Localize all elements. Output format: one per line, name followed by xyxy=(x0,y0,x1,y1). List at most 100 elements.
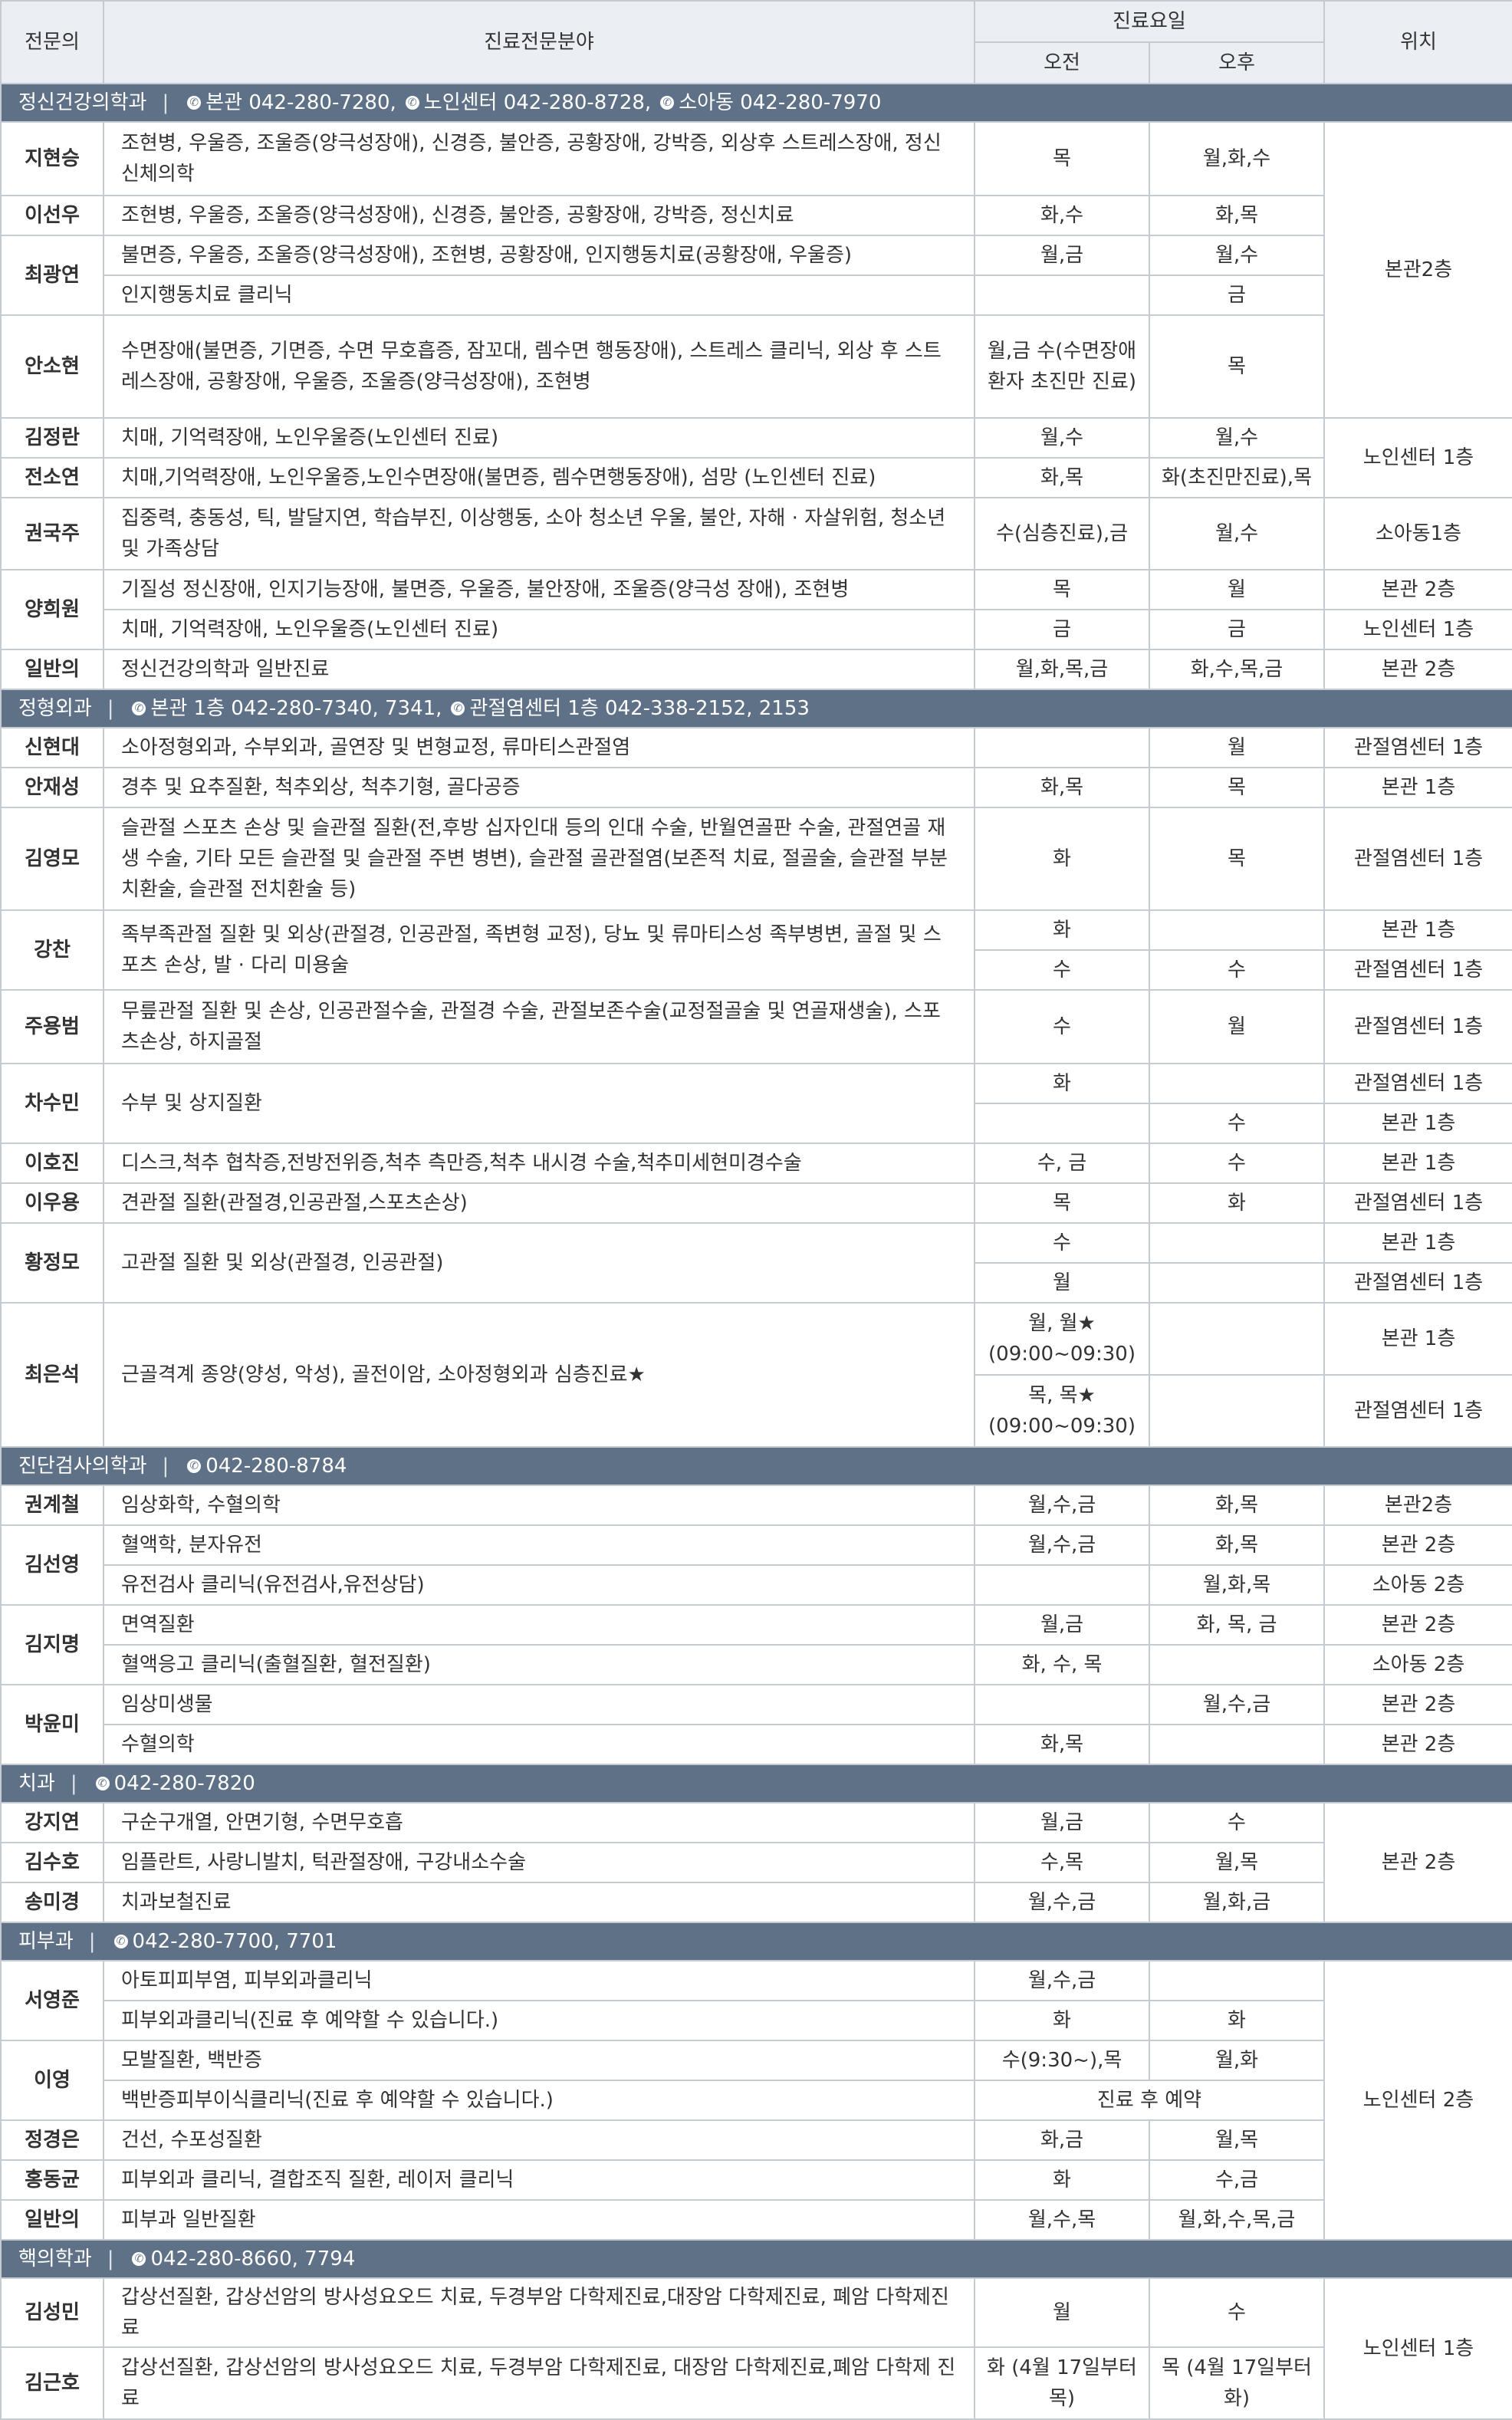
table-row: 혈액응고 클리닉(출혈질환, 혈전질환) 화, 수, 목 소아동 2층 xyxy=(1,1644,1512,1685)
pm-days: 월,화,수 xyxy=(1149,121,1325,196)
doctor-name: 김영모 xyxy=(0,807,104,911)
pm-days: 월,수,금 xyxy=(1149,1684,1325,1725)
pm-days xyxy=(1149,1063,1325,1104)
specialty: 고관절 질환 및 외상(관절경, 인공관절) xyxy=(103,1222,975,1304)
doctor-name: 이영 xyxy=(0,2040,104,2121)
section-name: 정형외과 xyxy=(18,697,92,720)
location: 관절염센터 1층 xyxy=(1323,807,1512,911)
location: 소아동1층 xyxy=(1323,497,1512,570)
table-row: 백반증피부이식클리닉(진료 후 예약할 수 있습니다.) 진료 후 예약 xyxy=(1,2080,1512,2121)
table-row: 김수호 임플란트, 사랑니발치, 턱관절장애, 구강내소수술 수,목 월,목 xyxy=(0,1842,1512,1883)
location: 본관 2층 xyxy=(1323,1724,1512,1765)
table-row: 김근호 갑상선질환, 갑상선암의 방사성요오드 치료, 두경부암 다학제진료, … xyxy=(0,2346,1512,2420)
pm-days: 목 xyxy=(1149,767,1325,808)
am-days: 목 xyxy=(974,1182,1150,1224)
specialty: 면역질환 xyxy=(103,1604,975,1646)
doctor-name: 김성민 xyxy=(0,2277,104,2348)
am-days: 수,목 xyxy=(974,1842,1150,1883)
doctor-name: 김수호 xyxy=(0,1842,104,1883)
specialty: 임상미생물 xyxy=(103,1684,975,1725)
doctor-name: 최은석 xyxy=(0,1302,104,1448)
location: 관절염센터 1층 xyxy=(1323,727,1512,768)
doctor-name: 안소현 xyxy=(0,314,104,419)
phone-icon: ✆ xyxy=(187,1459,202,1473)
am-days: 화 xyxy=(974,2000,1150,2041)
doctor-name: 박윤미 xyxy=(0,1684,104,1765)
pm-days: 목 (4월 17일부터 화) xyxy=(1149,2346,1325,2420)
section-header: 진단검사의학과 | ✆ 042-280-8784 xyxy=(0,1446,1512,1486)
am-days: 화 xyxy=(974,807,1150,911)
table-row: 권계철 임상화학, 수혈의학 월,수,금 화,목 본관2층 xyxy=(0,1485,1512,1526)
specialty: 조현병, 우울증, 조울증(양극성장애), 신경증, 불안증, 공황장애, 강박… xyxy=(103,195,975,236)
doctor-name: 지현승 xyxy=(0,121,104,196)
pm-days xyxy=(1149,1724,1325,1765)
pm-days: 월,수 xyxy=(1149,497,1325,570)
am-days: 월,금 xyxy=(974,1604,1150,1646)
specialty: 치매, 기억력장애, 노인우울증(노인센터 진료) xyxy=(103,609,975,650)
table-row: 치매, 기억력장애, 노인우울증(노인센터 진료) 금 금 노인센터 1층 xyxy=(1,609,1512,650)
doctor-name: 안재성 xyxy=(0,767,104,808)
am-days: 월,금 xyxy=(974,235,1150,276)
doctor-name: 일반의 xyxy=(0,649,104,690)
location: 노인센터 1층 xyxy=(1323,2277,1512,2420)
specialty: 견관절 질환(관절경,인공관절,스포츠손상) xyxy=(103,1182,975,1224)
section-header: 정신건강의학과 | ✆ 본관 042-280-7280, ✆ 노인센터 042-28… xyxy=(0,83,1512,123)
specialty: 갑상선질환, 갑상선암의 방사성요오드 치료, 두경부암 다학제진료, 대장암 … xyxy=(103,2346,975,2420)
doctor-name: 서영준 xyxy=(0,1960,104,2041)
specialty: 갑상선질환, 갑상선암의 방사성요오드 치료, 두경부암 다학제진료,대장암 다… xyxy=(103,2277,975,2348)
am-days: 화 (4월 17일부터 목) xyxy=(974,2346,1150,2420)
pm-days: 수 xyxy=(1149,2277,1325,2348)
table-row: 황정모 고관절 질환 및 외상(관절경, 인공관절) 수 본관 1층 xyxy=(0,1222,1512,1304)
am-days xyxy=(974,275,1150,316)
pm-days: 월,화 xyxy=(1149,2040,1325,2081)
section-name: 진단검사의학과 xyxy=(18,1455,147,1478)
am-days: 월 xyxy=(974,1262,1150,1304)
am-days: 월,수 xyxy=(974,417,1150,459)
pm-days: 월,화,금 xyxy=(1149,1882,1325,1923)
specialty: 피부외과 클리닉, 결합조직 질환, 레이저 클리닉 xyxy=(103,2159,975,2201)
am-days: 수 xyxy=(974,949,1150,991)
specialty: 조현병, 우울증, 조울증(양극성장애), 신경증, 불안증, 공황장애, 강박… xyxy=(103,121,975,196)
am-days: 월,수,금 xyxy=(974,1524,1150,1566)
table-row: 일반의 피부과 일반질환 월,수,목 월,화,수,목,금 xyxy=(0,2199,1512,2241)
pm-days: 수 xyxy=(1149,1802,1325,1843)
doctor-name: 김정란 xyxy=(0,417,104,459)
table-row: 김선영 혈액학, 분자유전 월,수,금 화,목 본관 2층 xyxy=(0,1524,1512,1606)
pm-days: 화(초진만진료),목 xyxy=(1149,457,1325,498)
doctor-name: 김지명 xyxy=(0,1604,104,1685)
location: 본관 2층 xyxy=(1323,1524,1512,1566)
header-days: 진료요일 xyxy=(974,0,1325,43)
section-name: 피부과 xyxy=(18,1930,74,1953)
specialty: 구순구개열, 안면기형, 수면무호흡 xyxy=(103,1802,975,1843)
table-row: 이영 모발질환, 백반증 수(9:30~),목 월,화 xyxy=(0,2040,1512,2121)
pm-days: 월 xyxy=(1149,569,1325,610)
table-row: 전소연 치매,기억력장애, 노인우울증,노인수면장애(불면증, 렘수면행동장애)… xyxy=(0,457,1512,498)
schedule-table: 전문의 진료전문분야 진료요일 위치 오전 오후 정신건강의학과 | ✆ 본관 0… xyxy=(0,0,1512,2420)
pm-days: 화 xyxy=(1149,1182,1325,1224)
doctor-name: 강찬 xyxy=(0,909,104,991)
pm-days: 화,목 xyxy=(1149,1485,1325,1526)
specialty: 근골격계 종양(양성, 악성), 골전이암, 소아정형외과 심층진료★ xyxy=(103,1302,975,1448)
section-phone: 관절염센터 1층 042-338-2152, 2153 xyxy=(469,697,810,720)
location: 관절염센터 1층 xyxy=(1323,989,1512,1064)
table-row: 강지연 구순구개열, 안면기형, 수면무호흡 월,금 수 본관 2층 xyxy=(0,1802,1512,1923)
am-days: 월,수,목 xyxy=(974,2199,1150,2241)
location: 관절염센터 1층 xyxy=(1323,1262,1512,1304)
table-row: 이선우 조현병, 우울증, 조울증(양극성장애), 신경증, 불안증, 공황장애… xyxy=(0,195,1512,236)
am-days: 화,금 xyxy=(974,2119,1150,2161)
pm-days: 월,수 xyxy=(1149,235,1325,276)
doctor-name: 김근호 xyxy=(0,2346,104,2420)
header-doctor: 전문의 xyxy=(0,0,104,84)
pm-days: 월,수 xyxy=(1149,417,1325,459)
doctor-name: 주용범 xyxy=(0,989,104,1064)
doctor-name: 권국주 xyxy=(0,497,104,570)
specialty: 임플란트, 사랑니발치, 턱관절장애, 구강내소수술 xyxy=(103,1842,975,1883)
location: 관절염센터 1층 xyxy=(1323,1063,1512,1104)
section-name: 치과 xyxy=(18,1772,55,1795)
am-days: 수(심층진료),금 xyxy=(974,497,1150,570)
am-days: 수 xyxy=(974,989,1150,1064)
pm-days: 월,목 xyxy=(1149,2119,1325,2161)
section-header: 피부과 | ✆ 042-280-7700, 7701 xyxy=(0,1922,1512,1961)
am-days xyxy=(974,1564,1150,1606)
table-row: 김영모 슬관절 스포츠 손상 및 슬관절 질환(전,후방 십자인대 등의 인대 … xyxy=(0,807,1512,911)
